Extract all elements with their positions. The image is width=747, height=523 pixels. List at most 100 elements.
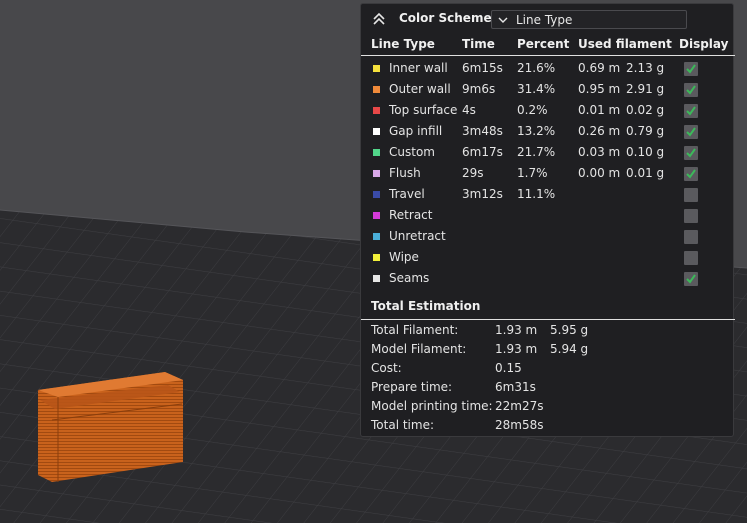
total-estimation-title: Total Estimation [371, 299, 481, 313]
line-type-row: Retract [361, 206, 735, 227]
column-header-percent: Percent [517, 37, 570, 51]
checkmark-icon [686, 169, 696, 179]
estimation-value: 6m31s [495, 380, 536, 394]
used-filament-length: 0.03 m [578, 145, 621, 159]
estimation-value: 28m58s [495, 418, 544, 432]
color-scheme-panel: Color Scheme Line Type Line Type Time Pe… [360, 3, 735, 437]
total-estimation-row: Prepare time: 6m31s [361, 379, 735, 398]
used-filament-length: 0.95 m [578, 82, 621, 96]
color-swatch [373, 233, 380, 240]
line-type-time: 3m12s [462, 187, 503, 201]
color-swatch [373, 254, 380, 261]
display-checkbox[interactable] [684, 251, 698, 265]
line-type-time: 6m15s [462, 61, 503, 75]
line-type-name: Flush [389, 166, 421, 180]
estimation-secondary-value: 5.95 g [550, 323, 589, 337]
line-type-table-header: Line Type Time Percent Used filament Dis… [361, 35, 735, 56]
used-filament-weight: 2.91 g [626, 82, 665, 96]
used-filament-length: 0.69 m [578, 61, 621, 75]
color-swatch [373, 212, 380, 219]
line-type-row: Unretract [361, 227, 735, 248]
estimation-secondary-value: 5.94 g [550, 342, 589, 356]
line-type-percent: 11.1% [517, 187, 556, 201]
column-header-line-type: Line Type [371, 37, 435, 51]
display-checkbox[interactable] [684, 83, 698, 97]
checkmark-icon [686, 148, 696, 158]
line-type-time: 29s [462, 166, 484, 180]
estimation-value: 1.93 m [495, 323, 538, 337]
color-swatch [373, 65, 380, 72]
color-scheme-dropdown[interactable]: Line Type [491, 10, 687, 29]
line-type-time: 4s [462, 103, 476, 117]
estimation-value: 1.93 m [495, 342, 538, 356]
checkmark-icon [686, 274, 696, 284]
display-checkbox[interactable] [684, 230, 698, 244]
line-type-row: Top surface 4s 0.2% 0.01 m 0.02 g [361, 101, 735, 122]
line-type-name: Unretract [389, 229, 446, 243]
color-swatch [373, 107, 380, 114]
used-filament-length: 0.01 m [578, 103, 621, 117]
line-type-row: Outer wall 9m6s 31.4% 0.95 m 2.91 g [361, 80, 735, 101]
estimation-value: 0.15 [495, 361, 522, 375]
used-filament-weight: 0.10 g [626, 145, 665, 159]
line-type-percent: 21.6% [517, 61, 556, 75]
line-type-name: Top surface [389, 103, 458, 117]
line-type-name: Seams [389, 271, 430, 285]
total-estimation-row: Model printing time: 22m27s [361, 398, 735, 417]
line-type-percent: 13.2% [517, 124, 556, 138]
display-checkbox[interactable] [684, 272, 698, 286]
checkmark-icon [686, 85, 696, 95]
column-header-display: Display [679, 37, 729, 51]
display-checkbox[interactable] [684, 209, 698, 223]
line-type-name: Outer wall [389, 82, 451, 96]
color-swatch [373, 149, 380, 156]
color-swatch [373, 86, 380, 93]
color-swatch [373, 170, 380, 177]
color-swatch [373, 275, 380, 282]
total-estimation-row: Total Filament: 1.93 m 5.95 g [361, 322, 735, 341]
estimation-label: Total time: [371, 418, 434, 432]
display-checkbox[interactable] [684, 146, 698, 160]
line-type-name: Retract [389, 208, 433, 222]
estimation-label: Model Filament: [371, 342, 467, 356]
display-checkbox[interactable] [684, 188, 698, 202]
checkmark-icon [686, 64, 696, 74]
line-type-percent: 21.7% [517, 145, 556, 159]
line-type-name: Inner wall [389, 61, 448, 75]
line-type-percent: 1.7% [517, 166, 548, 180]
line-type-time: 6m17s [462, 145, 503, 159]
line-type-row: Custom 6m17s 21.7% 0.03 m 0.10 g [361, 143, 735, 164]
display-checkbox[interactable] [684, 125, 698, 139]
total-estimation-row: Model Filament: 1.93 m 5.94 g [361, 341, 735, 360]
total-estimation-row: Total time: 28m58s [361, 417, 735, 436]
line-type-row: Inner wall 6m15s 21.6% 0.69 m 2.13 g [361, 59, 735, 80]
line-type-name: Travel [389, 187, 425, 201]
line-type-name: Wipe [389, 250, 419, 264]
display-checkbox[interactable] [684, 167, 698, 181]
line-type-row: Gap infill 3m48s 13.2% 0.26 m 0.79 g [361, 122, 735, 143]
line-type-row: Wipe [361, 248, 735, 269]
line-type-name: Gap infill [389, 124, 443, 138]
panel-header: Color Scheme Line Type [361, 4, 735, 34]
line-type-time: 9m6s [462, 82, 496, 96]
color-scheme-value: Line Type [516, 13, 573, 27]
display-checkbox[interactable] [684, 62, 698, 76]
used-filament-weight: 0.01 g [626, 166, 665, 180]
checkmark-icon [686, 127, 696, 137]
estimation-label: Prepare time: [371, 380, 453, 394]
estimation-label: Total Filament: [371, 323, 459, 337]
collapse-icon[interactable] [371, 11, 387, 27]
line-type-percent: 0.2% [517, 103, 548, 117]
color-swatch [373, 191, 380, 198]
used-filament-weight: 0.79 g [626, 124, 665, 138]
total-estimation-divider [361, 319, 735, 320]
estimation-label: Cost: [371, 361, 402, 375]
color-swatch [373, 128, 380, 135]
used-filament-weight: 2.13 g [626, 61, 665, 75]
line-type-time: 3m48s [462, 124, 503, 138]
display-checkbox[interactable] [684, 104, 698, 118]
used-filament-weight: 0.02 g [626, 103, 665, 117]
line-type-row: Flush 29s 1.7% 0.00 m 0.01 g [361, 164, 735, 185]
line-type-percent: 31.4% [517, 82, 556, 96]
color-scheme-title: Color Scheme [399, 11, 492, 25]
